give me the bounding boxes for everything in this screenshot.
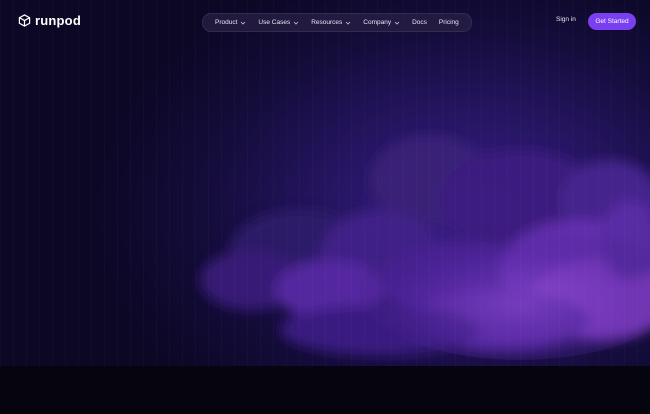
chevron-down-icon (394, 21, 400, 25)
page-footer-band (0, 366, 650, 414)
nav-item-product[interactable]: Product (209, 14, 252, 31)
chevron-down-icon (241, 21, 246, 25)
chevron-down-icon (345, 21, 351, 25)
nav-item-resources[interactable]: Resources (305, 14, 357, 31)
nav-item-label: Use Cases (258, 19, 291, 26)
nav-item-label: Docs (412, 19, 427, 26)
nav-item-pricing[interactable]: Pricing (433, 14, 465, 31)
nav-item-use-cases[interactable]: Use Cases (252, 14, 305, 31)
chevron-down-icon (293, 21, 299, 25)
nav-item-label: Product (215, 19, 238, 26)
sign-in-link[interactable]: Sign in (556, 16, 576, 23)
nav-item-label: Company (363, 19, 392, 26)
top-navigation-bar: runpod Product Use Cases Resources Compa… (0, 0, 650, 40)
cube-logo-icon (18, 14, 31, 27)
nav-item-label: Pricing (438, 19, 459, 26)
get-started-button[interactable]: Get Started (588, 13, 636, 30)
nav-item-docs[interactable]: Docs (406, 14, 433, 31)
nav-item-label: Resources (311, 19, 343, 26)
nav-item-company[interactable]: Company (357, 14, 406, 31)
main-nav: Product Use Cases Resources Company Docs… (202, 13, 472, 32)
brand-logo[interactable]: runpod (18, 13, 81, 28)
cloud-background-image (200, 135, 650, 360)
hero-section (0, 0, 650, 366)
brand-name: runpod (35, 13, 81, 28)
